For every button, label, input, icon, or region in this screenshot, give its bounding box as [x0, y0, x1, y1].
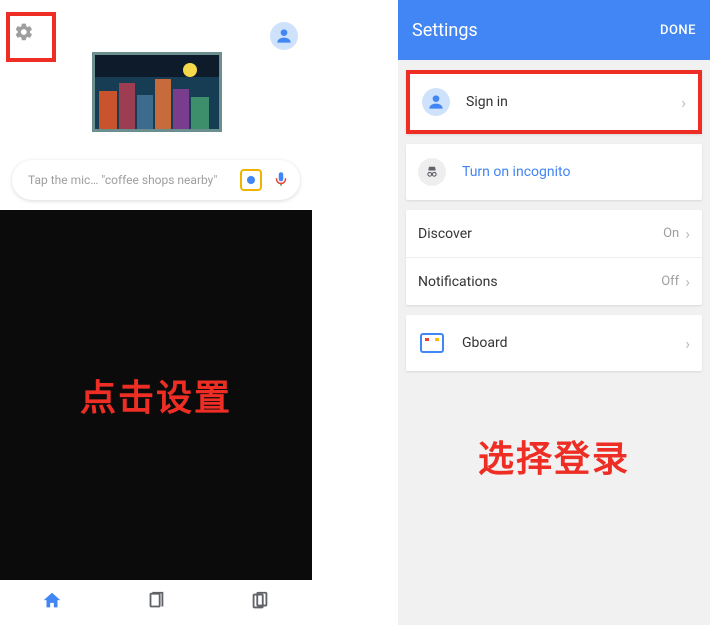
profile-avatar-icon[interactable] — [270, 22, 298, 50]
notifications-value: Off — [661, 274, 679, 289]
gboard-card: Gboard › — [406, 315, 702, 371]
google-app-home-screen: Tap the mic… "coffee shops nearby" 点击设置 — [0, 0, 312, 625]
discover-label: Discover — [418, 226, 663, 242]
settings-header: Settings DONE — [398, 0, 710, 60]
gboard-label: Gboard — [462, 335, 685, 351]
home-top-area: Tap the mic… "coffee shops nearby" — [0, 0, 312, 210]
incognito-row[interactable]: Turn on incognito — [406, 144, 702, 200]
gboard-icon — [420, 333, 444, 353]
chevron-right-icon: › — [681, 93, 686, 112]
collections-tab-icon[interactable] — [145, 590, 167, 616]
search-bar[interactable]: Tap the mic… "coffee shops nearby" — [12, 160, 300, 200]
notifications-label: Notifications — [418, 274, 661, 290]
bottom-nav-bar — [0, 580, 312, 625]
chevron-right-icon: › — [685, 334, 690, 353]
signin-card: Sign in › — [406, 70, 702, 134]
incognito-label: Turn on incognito — [462, 164, 690, 180]
incognito-card: Turn on incognito — [406, 144, 702, 200]
chevron-right-icon: › — [685, 224, 690, 243]
right-caption: 选择登录 — [398, 430, 710, 482]
signin-avatar-icon — [422, 88, 450, 116]
voice-mic-icon[interactable] — [272, 170, 290, 191]
settings-body: Sign in › Turn on incognito Discover On … — [398, 60, 710, 391]
settings-gear-icon[interactable] — [14, 22, 34, 47]
incognito-icon — [418, 158, 446, 186]
signin-label: Sign in — [466, 94, 681, 110]
home-dark-area: 点击设置 — [0, 210, 312, 580]
done-button[interactable]: DONE — [660, 23, 696, 38]
google-doodle-image[interactable] — [92, 52, 222, 132]
left-caption: 点击设置 — [80, 369, 232, 421]
discover-row[interactable]: Discover On › — [406, 210, 702, 257]
feed-settings-card: Discover On › Notifications Off › — [406, 210, 702, 305]
home-tab-icon[interactable] — [41, 590, 63, 616]
google-lens-icon[interactable] — [240, 169, 262, 191]
recent-tab-icon[interactable] — [249, 590, 271, 616]
settings-title: Settings — [412, 20, 478, 41]
settings-screen: Settings DONE Sign in › — [398, 0, 710, 625]
chevron-right-icon: › — [685, 272, 690, 291]
signin-row[interactable]: Sign in › — [406, 70, 702, 134]
gboard-row[interactable]: Gboard › — [406, 315, 702, 371]
search-placeholder: Tap the mic… "coffee shops nearby" — [28, 173, 240, 187]
notifications-row[interactable]: Notifications Off › — [406, 258, 702, 305]
discover-value: On — [663, 226, 679, 241]
